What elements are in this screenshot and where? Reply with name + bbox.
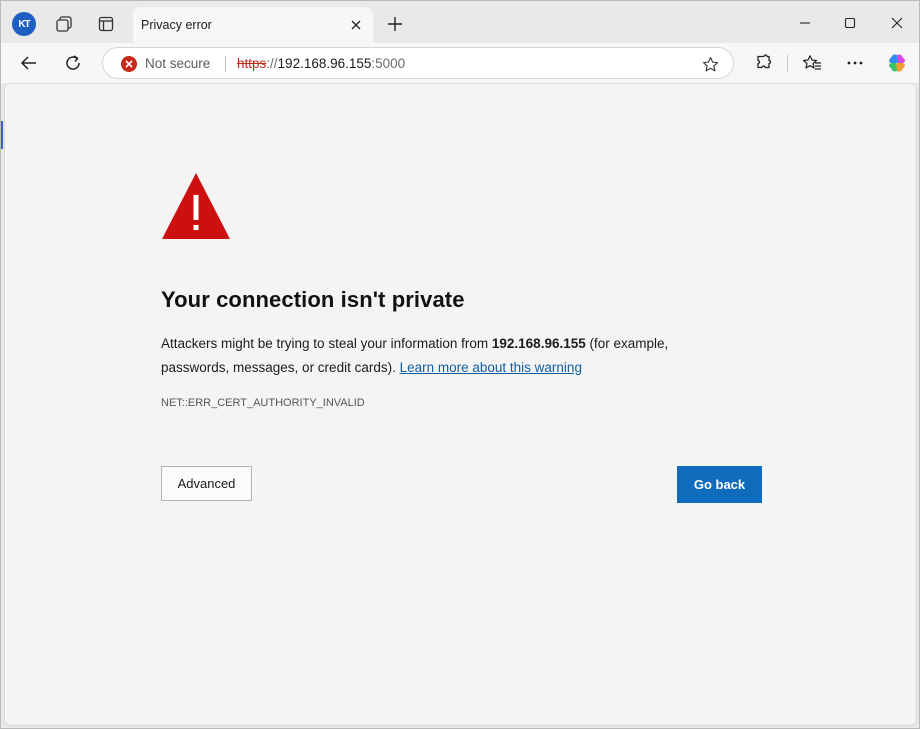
not-secure-icon[interactable] xyxy=(121,56,137,72)
desc-host: 192.168.96.155 xyxy=(491,336,586,351)
extensions-icon[interactable] xyxy=(749,50,777,76)
close-window-icon[interactable] xyxy=(879,10,915,36)
back-icon[interactable] xyxy=(15,50,43,76)
new-tab-icon[interactable] xyxy=(384,13,406,35)
warning-description: Attackers might be trying to steal your … xyxy=(161,332,721,380)
vertical-tabs-icon[interactable] xyxy=(95,13,117,35)
security-label[interactable]: Not secure xyxy=(145,56,210,71)
profile-avatar[interactable]: KT xyxy=(12,12,36,36)
copilot-icon[interactable] xyxy=(883,50,911,76)
browser-window: KT Privacy error Not secure https://192.… xyxy=(0,0,920,729)
favorites-icon[interactable] xyxy=(798,50,826,76)
error-code: NET::ERR_CERT_AUTHORITY_INVALID xyxy=(161,397,365,409)
url-separator: :// xyxy=(266,56,278,71)
divider xyxy=(225,56,226,72)
toolbar: Not secure https://192.168.96.155:5000 xyxy=(1,43,919,83)
url-scheme: https xyxy=(237,56,267,71)
close-tab-icon[interactable] xyxy=(347,16,365,34)
desc-text-1: Attackers might be trying to steal your … xyxy=(161,336,492,351)
page-content: Your connection isn't private Attackers … xyxy=(4,83,917,726)
maximize-icon[interactable] xyxy=(832,10,868,36)
toolbar-divider xyxy=(787,55,788,72)
address-bar[interactable]: Not secure https://192.168.96.155:5000 xyxy=(102,47,734,79)
minimize-icon[interactable] xyxy=(787,10,823,36)
url-host: 192.168.96.155 xyxy=(277,56,372,71)
window-edge-accent xyxy=(1,121,3,149)
warning-triangle-icon xyxy=(161,171,231,246)
tab-title: Privacy error xyxy=(141,18,212,32)
url-port: :5000 xyxy=(371,56,406,71)
tab-bar: KT Privacy error xyxy=(1,1,919,43)
more-icon[interactable] xyxy=(841,50,869,76)
tab-privacy-error[interactable]: Privacy error xyxy=(133,7,373,43)
page-title: Your connection isn't private xyxy=(161,287,465,312)
workspaces-icon[interactable] xyxy=(53,13,75,35)
favorite-star-icon[interactable] xyxy=(701,55,719,73)
learn-more-link[interactable]: Learn more about this warning xyxy=(400,360,582,375)
url-text[interactable]: https://192.168.96.155:5000 xyxy=(237,56,405,71)
refresh-icon[interactable] xyxy=(59,50,87,76)
go-back-button[interactable]: Go back xyxy=(677,466,762,503)
advanced-button[interactable]: Advanced xyxy=(161,466,252,501)
